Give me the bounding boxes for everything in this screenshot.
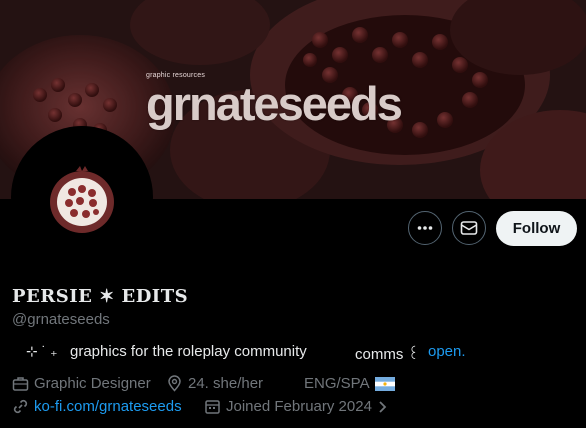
bio-sparkles: ⊹ ˙ ₊ xyxy=(26,343,58,359)
bio-text: graphics for the roleplay community xyxy=(70,343,307,360)
pomegranate-avatar-image xyxy=(14,129,150,265)
chevron-right-icon xyxy=(379,400,387,413)
more-button[interactable] xyxy=(408,211,442,245)
link-icon xyxy=(13,399,28,414)
languages-text: ENG/SPA xyxy=(304,375,370,392)
bio-comms: comms ꒰ xyxy=(355,346,420,363)
website-link[interactable]: ko-fi.com/grnateseeds xyxy=(34,398,182,415)
location: 24. she/her xyxy=(166,375,263,392)
banner-title: grnateseeds xyxy=(146,77,403,130)
handle: @grnateseeds xyxy=(12,311,110,328)
argentina-flag-icon xyxy=(374,376,395,391)
website[interactable]: ko-fi.com/grnateseeds xyxy=(12,398,182,415)
calendar-icon xyxy=(205,400,220,414)
avatar[interactable] xyxy=(11,126,153,268)
joined-text: Joined February 2024 xyxy=(226,398,372,415)
profession: Graphic Designer xyxy=(12,375,151,392)
languages: ENG/SPA xyxy=(304,375,395,392)
location-pin-icon xyxy=(168,375,181,392)
joined-date[interactable]: Joined February 2024 xyxy=(204,398,389,415)
envelope-icon xyxy=(460,221,478,235)
display-name: PERSIE ✶ EDITS xyxy=(12,286,189,307)
more-icon xyxy=(417,226,433,230)
bio-open: open. xyxy=(428,343,466,360)
profession-text: Graphic Designer xyxy=(34,375,151,392)
location-text: 24. she/her xyxy=(188,375,264,392)
message-button[interactable] xyxy=(452,211,486,245)
briefcase-icon xyxy=(12,377,29,391)
follow-button[interactable]: Follow xyxy=(496,211,577,246)
